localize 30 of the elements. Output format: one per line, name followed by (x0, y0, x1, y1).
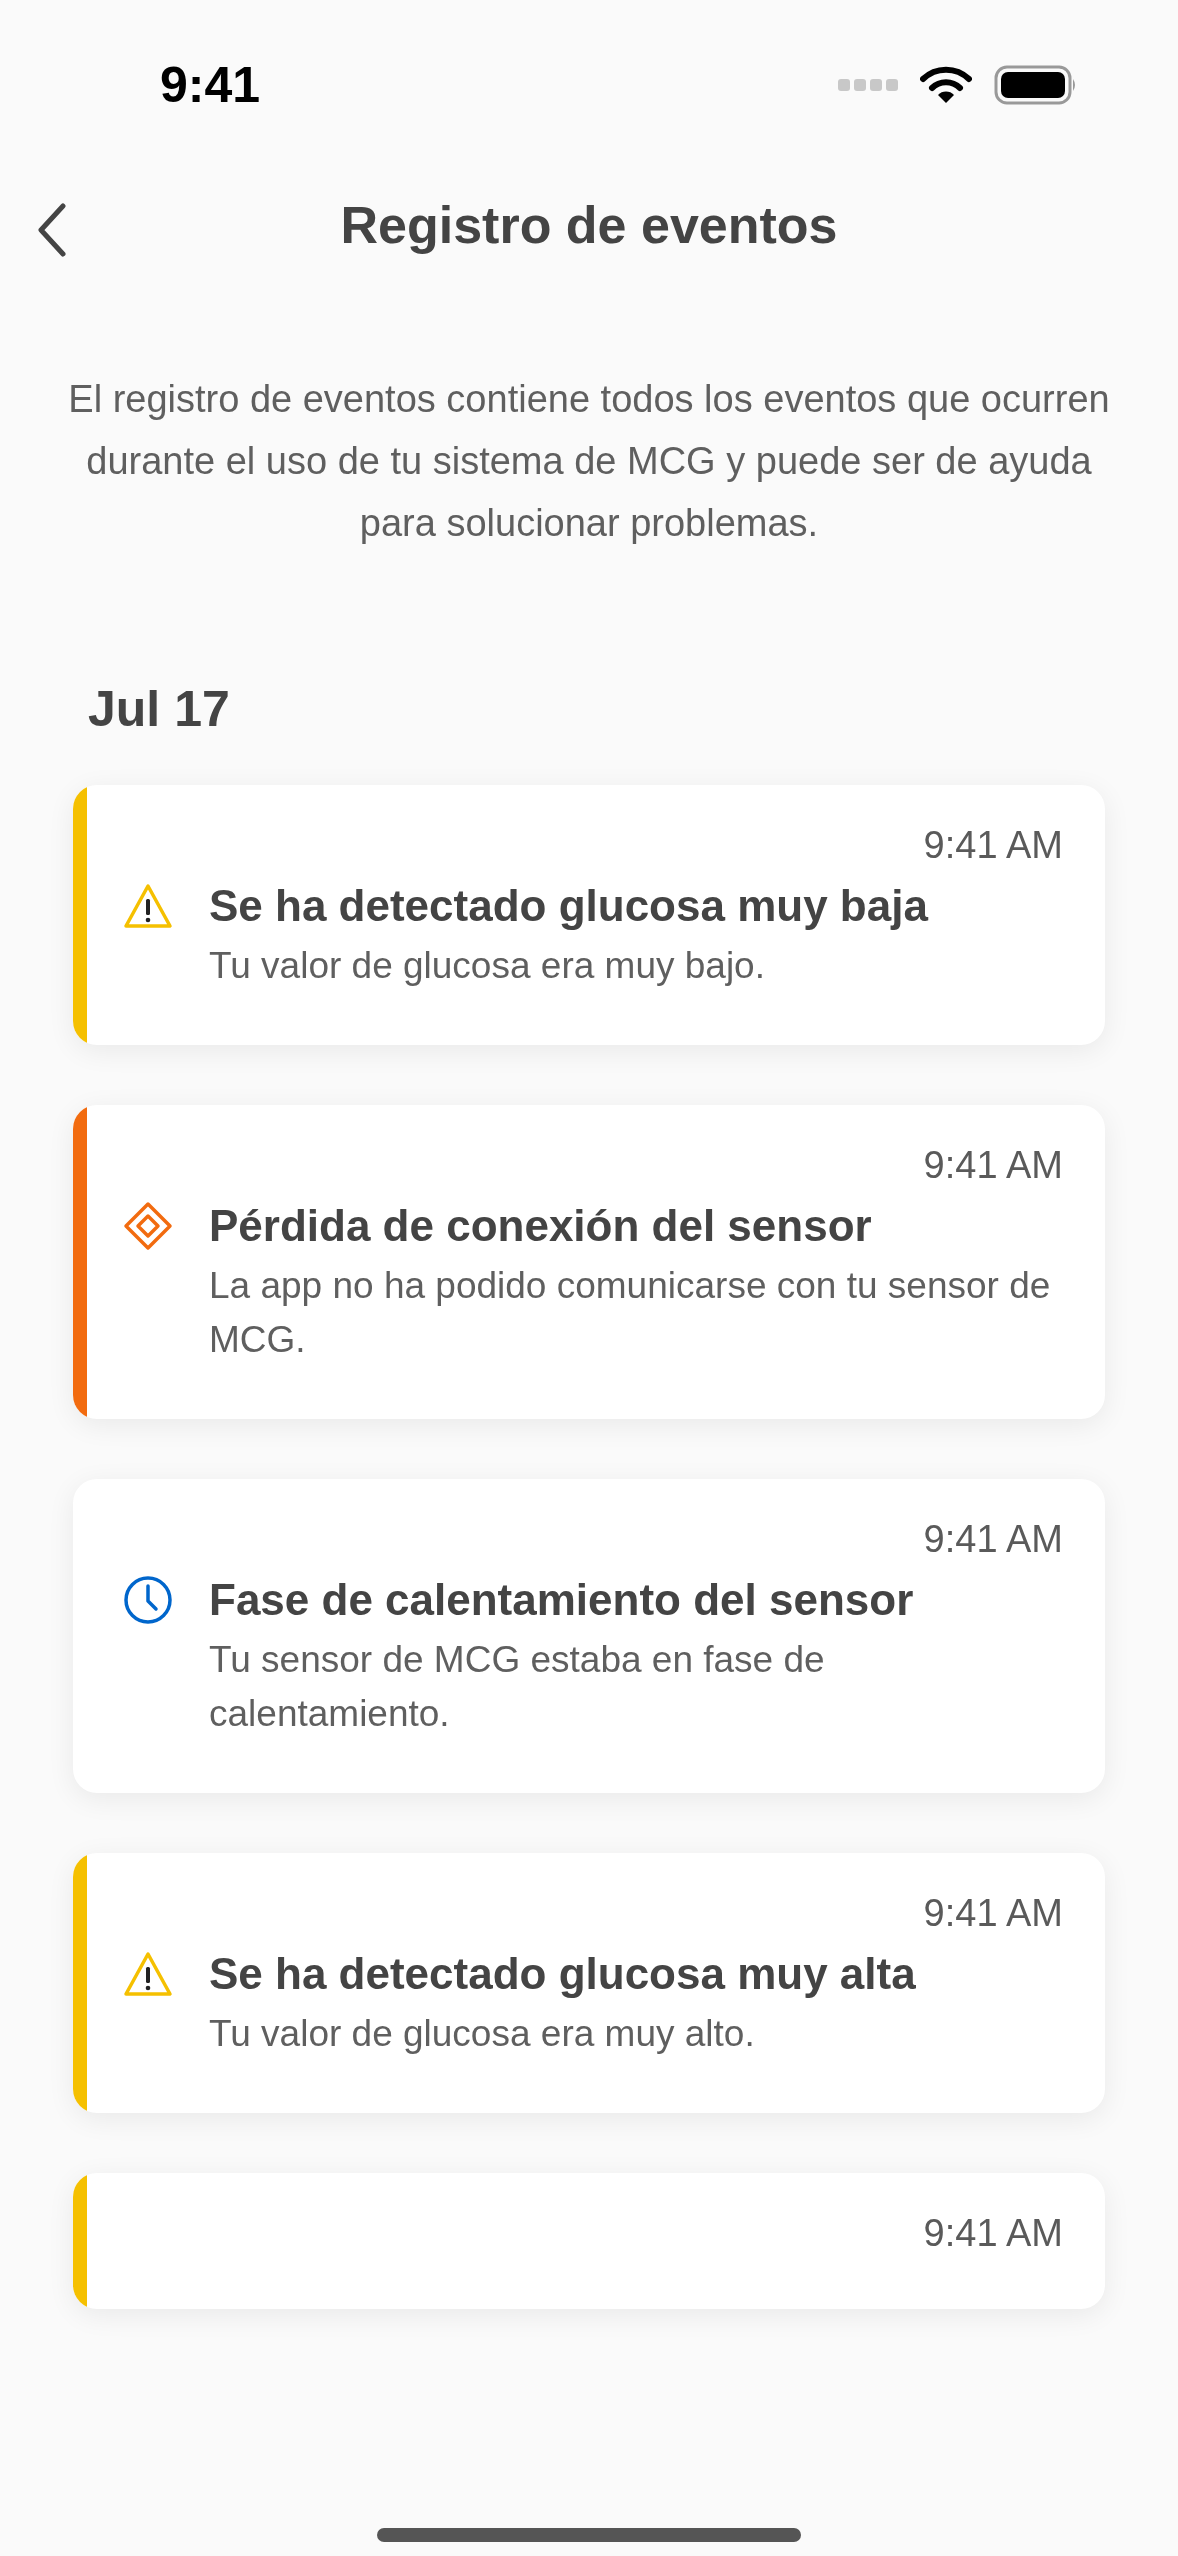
clock-icon (123, 1575, 173, 1625)
page-title: Registro de eventos (340, 195, 838, 256)
event-card[interactable]: 9:41 AM (73, 2173, 1105, 2309)
wifi-icon (920, 66, 972, 104)
event-description: Tu valor de glucosa era muy bajo. (209, 944, 766, 988)
event-card[interactable]: 9:41 AM Fase de calentamiento del sensor Tu sensor de MCG estaba en fase de calentamiento. (73, 1479, 1105, 1793)
event-card[interactable]: 9:41 AM Se ha detectado glucosa muy alta Tu valor de glucosa era muy alto. (73, 1853, 1105, 2113)
event-title: Se ha detectado glucosa muy baja (209, 880, 928, 932)
event-title: Fase de calentamiento del sensor (209, 1574, 915, 1626)
event-card[interactable]: 9:41 AM Pérdida de conexión del sensor La app no ha podido comunicarse con tu sensor de MCG. (73, 1105, 1105, 1419)
signal-icon (838, 79, 898, 91)
event-card[interactable]: 9:41 AM Se ha detectado glucosa muy baja Tu valor de glucosa era muy bajo. (73, 785, 1105, 1045)
event-time: 9:41 AM (923, 823, 1063, 868)
event-title: Pérdida de conexión del sensor (209, 1200, 873, 1252)
warning-icon (123, 1951, 173, 1997)
event-time: 9:41 AM (923, 1517, 1063, 1562)
event-time: 9:41 AM (923, 2211, 1063, 2256)
warning-icon (123, 883, 173, 929)
event-time: 9:41 AM (923, 1143, 1063, 1188)
event-title: Se ha detectado glucosa muy alta (209, 1948, 916, 2000)
event-time: 9:41 AM (923, 1891, 1063, 1936)
back-chevron-icon (37, 202, 67, 258)
date-heading: Jul 17 (87, 680, 231, 739)
event-description: Tu sensor de MCG estaba en fase de calentamiento. (209, 1638, 826, 1736)
intro-text: El registro de eventos contiene todos los eventos que ocurren durante el uso de tu sistema de MCG y puede ser de ayuda para solucionar problemas. (67, 377, 1111, 546)
event-description: Tu valor de glucosa era muy alto. (209, 2012, 756, 2056)
status-time: 9:41 (160, 55, 261, 115)
diamond-icon (123, 1201, 173, 1251)
battery-icon (994, 65, 1078, 105)
event-description: La app no ha podido comunicarse con tu sensor de MCG. (209, 1264, 1052, 1362)
